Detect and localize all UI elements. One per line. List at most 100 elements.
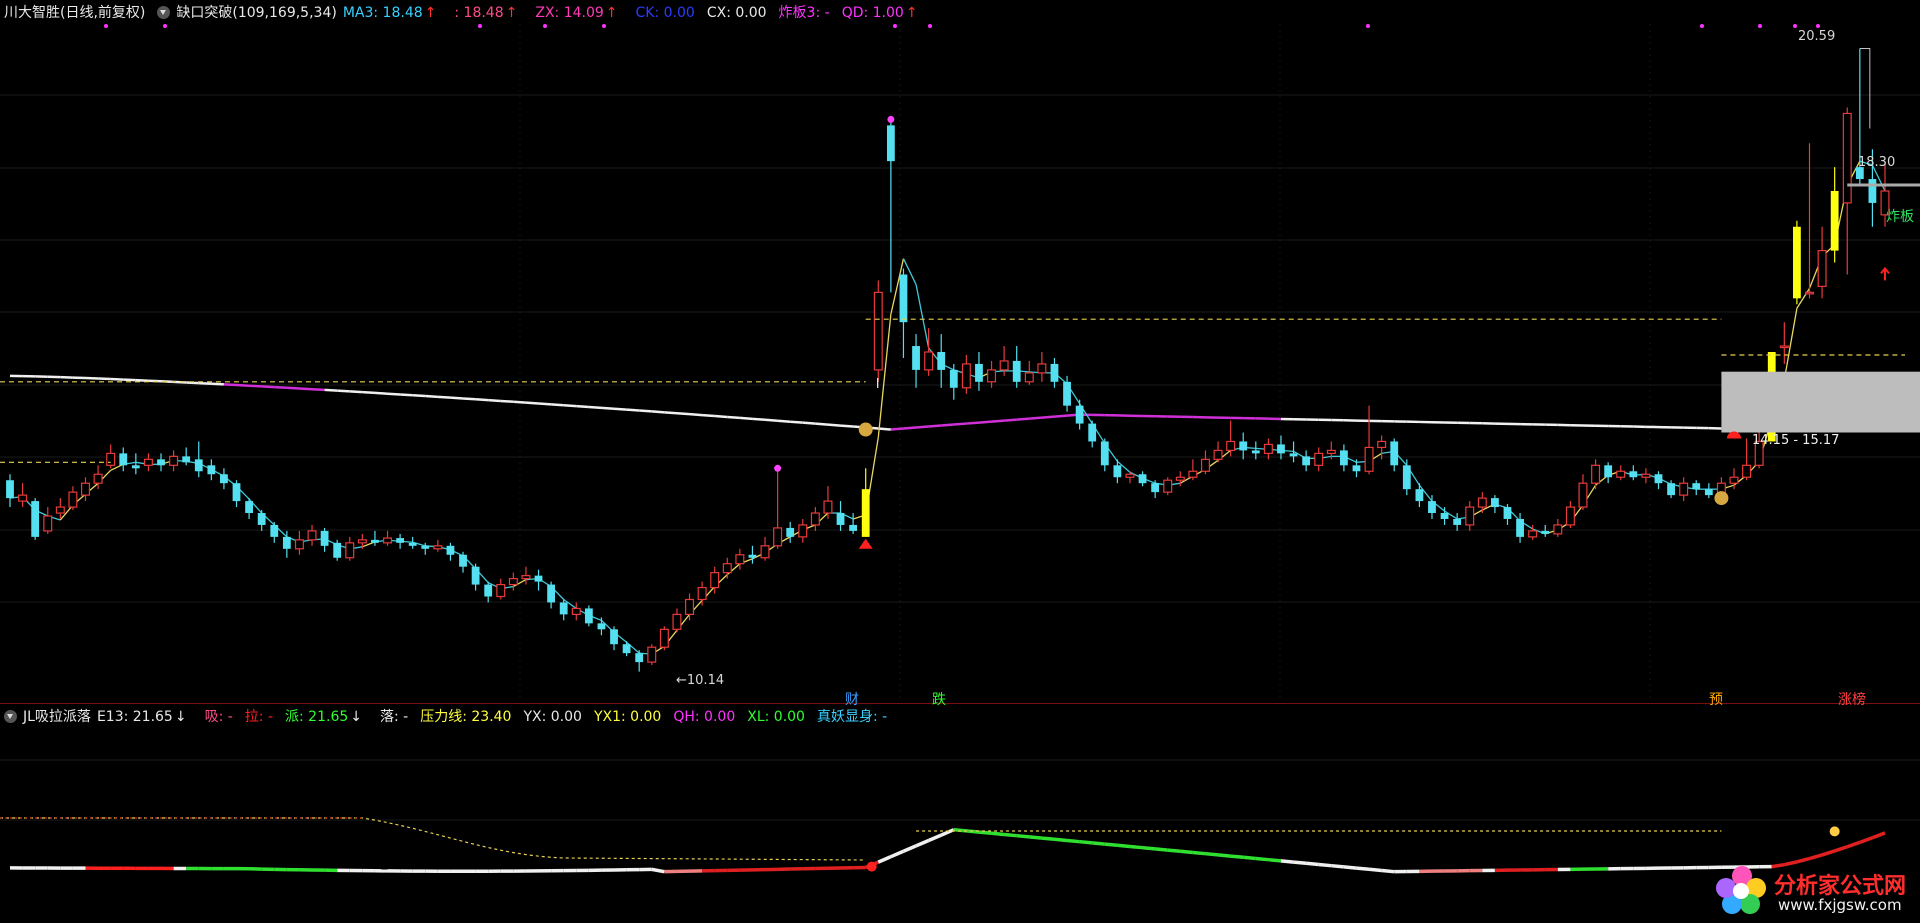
- candle-body-7: [93, 473, 103, 484]
- candle-body-141: [1779, 345, 1789, 349]
- candle-body-88: [1113, 465, 1122, 478]
- signal-dot-11: [1816, 24, 1820, 28]
- support-seg-63: [802, 421, 816, 425]
- support-seg-24: [311, 387, 325, 392]
- low-price-label: ←10.14: [676, 673, 724, 688]
- support-seg-15: [198, 381, 212, 385]
- candle-body-69: [873, 291, 883, 371]
- marker-zhangbang: 涨榜: [1838, 691, 1866, 708]
- support-seg-77: [978, 420, 992, 424]
- support-seg-20: [261, 385, 275, 389]
- candle-body-46: [584, 608, 593, 624]
- candle-body-49: [622, 644, 631, 654]
- candle-body-137: [1729, 476, 1739, 484]
- candle-body-29: [371, 539, 379, 543]
- signal-dot-7: [1366, 24, 1370, 28]
- pressure-dotted-line: [0, 817, 866, 861]
- bottom-seg-74: [927, 833, 942, 843]
- candle-body-38: [484, 584, 493, 597]
- candle-body-101: [1277, 444, 1285, 454]
- support-seg-58: [739, 416, 753, 421]
- candle-body-47: [597, 623, 606, 630]
- signal-dot-3: [543, 24, 547, 28]
- candle-body-6: [81, 482, 91, 496]
- candle-body-102: [1289, 453, 1298, 457]
- candle-body-95: [1200, 458, 1210, 472]
- indicator-lines: [0, 160, 1886, 874]
- candle-body-41: [521, 575, 531, 580]
- signal-dot-0: [104, 24, 108, 28]
- support-seg-64: [815, 422, 829, 426]
- candle-body-146: [1842, 112, 1852, 204]
- candle-body-50: [635, 653, 644, 663]
- candle-body-14: [182, 456, 191, 463]
- candle-body-19: [245, 501, 253, 514]
- high-leader-line: [1859, 47, 1871, 129]
- bottom-seg-85: [1066, 838, 1080, 844]
- support-seg-18: [236, 383, 250, 387]
- candle-body-37: [471, 566, 480, 585]
- candle-body-129: [1629, 471, 1638, 478]
- candle-body-106: [1339, 450, 1348, 466]
- bottom-seg-108: [1356, 866, 1370, 872]
- support-seg-19: [249, 384, 262, 388]
- kline-chart[interactable]: I 20.59 ←10.14 18.30 14.15 - 15.17 炸板 财 …: [0, 0, 1920, 923]
- bottom-seg-70: [877, 855, 892, 864]
- candle-body-16: [207, 465, 216, 475]
- support-seg-10: [135, 378, 149, 382]
- support-seg-9: [123, 378, 136, 382]
- signal-dot-1: [163, 24, 167, 28]
- candle-body-138: [1742, 464, 1752, 478]
- candle-body-94: [1188, 470, 1198, 478]
- bottom-seg-80: [1003, 832, 1017, 838]
- bottom-seg-79: [991, 831, 1005, 837]
- candle-body-35: [446, 545, 455, 555]
- candle-body-12: [157, 459, 165, 466]
- candle-body-57: [722, 563, 732, 574]
- support-seg-83: [1054, 414, 1068, 418]
- support-seg-29: [374, 391, 388, 395]
- support-seg-37: [475, 398, 489, 402]
- candle-body-126: [1591, 464, 1601, 484]
- candle-body-62: [786, 527, 795, 537]
- candle-body-110: [1390, 441, 1399, 466]
- candle-body-63: [798, 524, 808, 538]
- candle-body-99: [1251, 450, 1260, 454]
- bottom-seg-83: [1041, 836, 1055, 842]
- signal-dot-9: [1758, 24, 1762, 28]
- bottom-seg-95: [1192, 850, 1206, 856]
- candle-body-81: [1024, 372, 1034, 383]
- signal-dot-6: [928, 24, 932, 28]
- candle-body-123: [1553, 524, 1563, 535]
- candle-body-87: [1100, 441, 1109, 466]
- signal-dot-4: [602, 24, 606, 28]
- candle-body-85: [1075, 405, 1084, 424]
- candle-body-36: [459, 554, 467, 567]
- support-seg-75: [953, 422, 967, 426]
- bottom-seg-81: [1016, 833, 1030, 839]
- candle-body-24: [307, 530, 317, 541]
- candle-body-27: [345, 542, 355, 559]
- candle-body-132: [1667, 483, 1675, 496]
- support-seg-30: [387, 392, 401, 396]
- candle-body-65: [823, 500, 833, 514]
- bottom-seg-96: [1205, 851, 1219, 857]
- support-seg-33: [425, 394, 438, 399]
- support-seg-49: [626, 408, 640, 412]
- support-seg-78: [991, 419, 1005, 423]
- support-seg-61: [777, 419, 791, 423]
- candle-body-18: [232, 483, 241, 502]
- support-seg-22: [286, 386, 300, 390]
- candle-body-17: [220, 474, 228, 484]
- candle-body-59: [748, 554, 757, 558]
- bottom-seg-106: [1331, 863, 1345, 869]
- candle-body-98: [1239, 441, 1248, 451]
- watermark: 分析家公式网 www.fxjgsw.com: [1712, 862, 1918, 920]
- support-seg-54: [689, 412, 703, 417]
- bottom-seg-94: [1180, 849, 1194, 855]
- marker-die: 跌: [932, 692, 946, 708]
- bottom-seg-102: [1280, 859, 1294, 864]
- candle-body-4: [55, 506, 65, 514]
- bottom-seg-92: [1154, 847, 1168, 852]
- watermark-url: www.fxjgsw.com: [1778, 896, 1902, 914]
